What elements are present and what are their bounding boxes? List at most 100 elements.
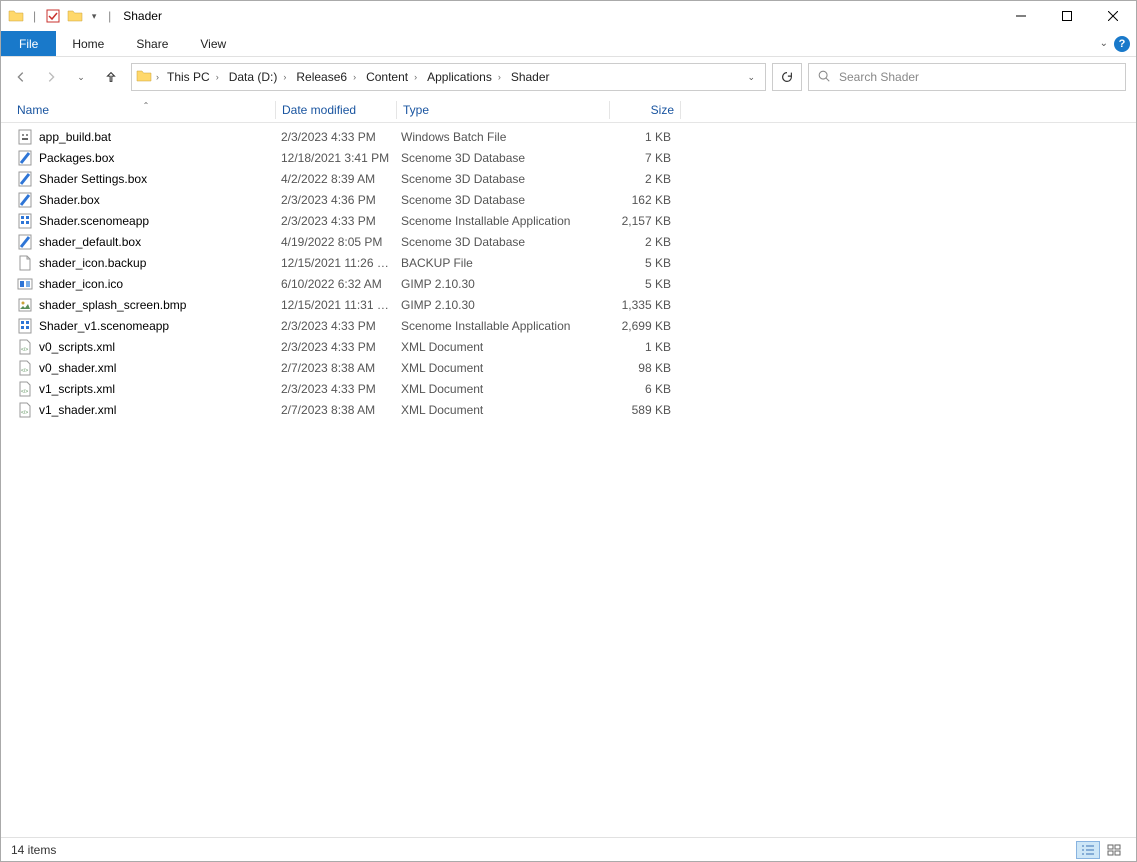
column-size[interactable]: Size [610, 103, 680, 117]
file-name: v0_shader.xml [39, 361, 116, 375]
file-icon [17, 129, 33, 145]
file-row[interactable]: shader_icon.ico 6/10/2022 6:32 AMGIMP 2.1… [1, 273, 1136, 294]
file-size: 7 KB [607, 151, 677, 165]
file-name: v1_shader.xml [39, 403, 116, 417]
file-size: 589 KB [607, 403, 677, 417]
file-icon: </> [17, 381, 33, 397]
close-button[interactable] [1090, 1, 1136, 31]
tab-home[interactable]: Home [56, 31, 120, 56]
minimize-button[interactable] [998, 1, 1044, 31]
file-icon [17, 192, 33, 208]
tab-view[interactable]: View [184, 31, 242, 56]
file-type: XML Document [395, 382, 607, 396]
maximize-button[interactable] [1044, 1, 1090, 31]
address-folder-icon [136, 68, 152, 87]
file-row[interactable]: app_build.bat 2/3/2023 4:33 PMWindows Bat… [1, 126, 1136, 147]
view-details-button[interactable] [1076, 841, 1100, 859]
file-name: v0_scripts.xml [39, 340, 115, 354]
column-name[interactable]: ⌃ Name [17, 103, 275, 117]
file-date: 2/3/2023 4:33 PM [275, 130, 395, 144]
file-date: 4/19/2022 8:05 PM [275, 235, 395, 249]
properties-icon[interactable] [44, 7, 62, 25]
new-folder-icon[interactable] [66, 7, 84, 25]
file-icon: </> [17, 339, 33, 355]
file-type: XML Document [395, 340, 607, 354]
qat-dropdown-icon[interactable]: ▾ [88, 7, 100, 25]
file-icon [17, 150, 33, 166]
file-size: 2 KB [607, 172, 677, 186]
window-title: Shader [123, 9, 162, 23]
file-row[interactable]: Shader_v1.scenomeapp2/3/2023 4:33 PMScen… [1, 315, 1136, 336]
file-type: XML Document [395, 403, 607, 417]
file-date: 12/15/2021 11:31 … [275, 298, 395, 312]
crumb-this-pc[interactable]: This PC› [163, 70, 223, 84]
file-size: 2 KB [607, 235, 677, 249]
ribbon-expand-icon[interactable]: ⌄ [1100, 38, 1108, 49]
column-date[interactable]: Date modified [276, 103, 396, 117]
nav-up-button[interactable] [101, 67, 121, 87]
file-row[interactable]: </> v0_scripts.xml 2/3/2023 4:33 PMXML Doc… [1, 336, 1136, 357]
address-bar[interactable]: › This PC› Data (D:)› Release6› Content›… [131, 63, 766, 91]
file-icon [17, 213, 33, 229]
crumb-data-d[interactable]: Data (D:)› [225, 70, 291, 84]
nav-forward-button[interactable] [41, 67, 61, 87]
refresh-button[interactable] [772, 63, 802, 91]
file-type: Scenome Installable Application [395, 319, 607, 333]
file-size: 2,157 KB [607, 214, 677, 228]
file-date: 2/3/2023 4:33 PM [275, 340, 395, 354]
file-tab[interactable]: File [1, 31, 56, 56]
file-size: 5 KB [607, 277, 677, 291]
file-date: 2/3/2023 4:33 PM [275, 319, 395, 333]
file-row[interactable]: shader_splash_screen.bmp12/15/2021 11:31… [1, 294, 1136, 315]
help-icon[interactable]: ? [1114, 36, 1130, 52]
file-size: 1,335 KB [607, 298, 677, 312]
file-icon [17, 234, 33, 250]
file-name: shader_icon.ico [39, 277, 123, 291]
title-separator: | [108, 9, 111, 23]
file-date: 2/7/2023 8:38 AM [275, 403, 395, 417]
file-row[interactable]: Packages.box12/18/2021 3:41 PMScenome 3D… [1, 147, 1136, 168]
file-row[interactable]: shader_icon.backup12/15/2021 11:26 …BACK… [1, 252, 1136, 273]
file-icon [17, 276, 33, 292]
file-row[interactable]: shader_default.box4/19/2022 8:05 PMSceno… [1, 231, 1136, 252]
file-type: GIMP 2.10.30 [395, 298, 607, 312]
search-box[interactable] [808, 63, 1126, 91]
column-headers: ⌃ Name Date modified Type Size [1, 97, 1136, 123]
svg-text:</>: </> [21, 389, 28, 395]
address-root-chevron[interactable]: › [156, 72, 159, 82]
file-name: Shader Settings.box [39, 172, 147, 186]
column-type[interactable]: Type [397, 103, 609, 117]
file-size: 162 KB [607, 193, 677, 207]
crumb-content[interactable]: Content› [362, 70, 421, 84]
file-row[interactable]: Shader.scenomeapp2/3/2023 4:33 PMScenome… [1, 210, 1136, 231]
crumb-applications[interactable]: Applications› [423, 70, 505, 84]
svg-text:</>: </> [21, 410, 28, 416]
nav-back-button[interactable] [11, 67, 31, 87]
file-name: Packages.box [39, 151, 114, 165]
crumb-shader[interactable]: Shader [507, 70, 554, 84]
file-row[interactable]: </>v1_scripts.xml2/3/2023 4:33 PMXML Doc… [1, 378, 1136, 399]
status-bar: 14 items [1, 837, 1136, 861]
nav-recent-dropdown[interactable]: ⌄ [71, 67, 91, 87]
crumb-release6[interactable]: Release6› [292, 70, 360, 84]
file-name: app_build.bat [39, 130, 111, 144]
qat-separator: | [33, 9, 36, 23]
file-name: Shader.box [39, 193, 100, 207]
file-row[interactable]: </> v1_shader.xml 2/7/2023 8:38 AMXML Docu… [1, 399, 1136, 420]
folder-icon [7, 7, 25, 25]
tab-share[interactable]: Share [120, 31, 184, 56]
search-input[interactable] [839, 70, 1117, 84]
file-size: 98 KB [607, 361, 677, 375]
file-row[interactable]: Shader.box2/3/2023 4:36 PMScenome 3D Dat… [1, 189, 1136, 210]
file-row[interactable]: </>v0_shader.xml2/7/2023 8:38 AMXML Docu… [1, 357, 1136, 378]
file-type: GIMP 2.10.30 [395, 277, 607, 291]
file-row[interactable]: Shader Settings.box4/2/2022 8:39 AMSceno… [1, 168, 1136, 189]
file-type: Windows Batch File [395, 130, 607, 144]
file-type: BACKUP File [395, 256, 607, 270]
file-type: Scenome 3D Database [395, 172, 607, 186]
file-list[interactable]: app_build.bat2/3/2023 4:33 PMWindows Bat… [1, 123, 1136, 837]
file-date: 6/10/2022 6:32 AM [275, 277, 395, 291]
address-dropdown-icon[interactable]: ⌄ [741, 72, 761, 83]
view-large-icons-button[interactable] [1102, 841, 1126, 859]
svg-text:</>: </> [21, 347, 28, 353]
